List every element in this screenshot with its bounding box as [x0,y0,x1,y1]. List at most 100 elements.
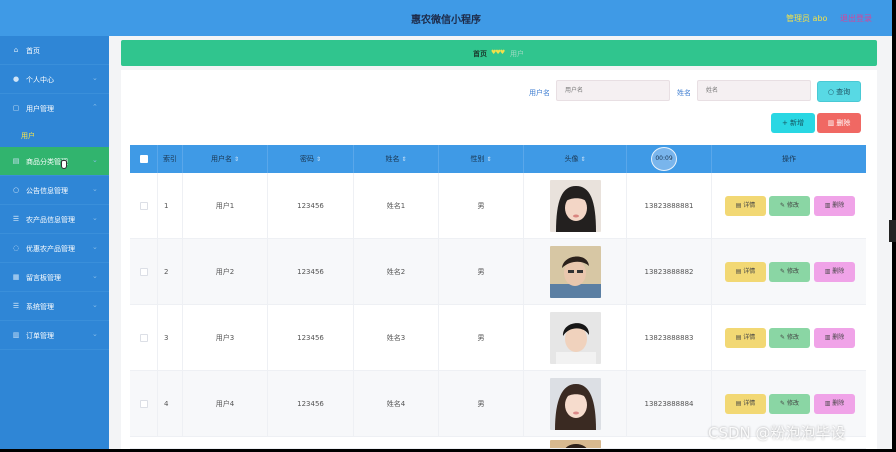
pencil-icon: ✎ [780,268,787,275]
chevron-down-icon: ⌄ [92,301,98,309]
sidebar-item-category-management[interactable]: ▤ 商品分类管理 ⌄ [0,147,109,176]
breadcrumb-home[interactable]: 首页 [473,49,487,59]
detail-button[interactable]: ▤ 详情 [725,328,766,348]
phone-cell: 13823888883 [627,305,712,371]
password-cell: 123456 [268,173,354,239]
chevron-down-icon: ⌄ [92,272,98,280]
watermark: CSDN @粉泡泡毕设 [708,424,846,442]
sidebar-item-discount-management[interactable]: ◌ 优惠农产品管理 ⌄ [0,234,109,263]
scrollbar-thumb[interactable] [889,220,896,242]
column-header-avatar[interactable]: 头像 ⇕ [524,145,627,173]
sidebar-item-order-management[interactable]: ▥ 订单管理 ⌄ [0,321,109,350]
delete-button[interactable]: ▥ 删除 [814,394,855,414]
index-cell: 1 [158,173,183,239]
chevron-down-icon: ⌄ [92,74,98,82]
search-icon: ○ [827,88,837,96]
sort-icon: ⇕ [401,156,407,163]
pencil-icon: ✎ [780,400,787,407]
edit-button[interactable]: ✎ 修改 [769,394,810,414]
sidebar-item-profile[interactable]: ● 个人中心 ⌄ [0,65,109,94]
query-button[interactable]: ○ 查询 [817,81,861,102]
row-checkbox[interactable] [140,334,148,342]
table-header: 索引 用户名⇕ 密码⇕ 姓名⇕ 性别⇕ 头像⇕ ⇕ 操作 [130,145,866,173]
order-icon: ▥ [12,331,20,339]
column-header-password[interactable]: 密码 ⇕ [268,145,354,173]
sidebar-item-label: 公告信息管理 [26,187,68,195]
query-button-label: 查询 [836,88,851,96]
chevron-down-icon: ⌄ [92,185,98,193]
avatar [550,378,601,430]
sidebar-item-product-management[interactable]: ☰ 农产品信息管理 ⌄ [0,205,109,234]
chevron-down-icon: ⌄ [92,243,98,251]
edit-label: 修改 [786,334,799,341]
column-header-label: 操作 [782,155,796,163]
edit-button[interactable]: ✎ 修改 [769,262,810,282]
row-checkbox[interactable] [140,268,148,276]
row-select-cell [130,371,158,437]
table-row: 3 用户3 123456 姓名3 男 13823888883 ▤ 详情 ✎ 修改… [130,305,866,371]
sidebar-subitem-user[interactable]: 用户 [0,121,109,147]
sidebar-item-notice-management[interactable]: ○ 公告信息管理 ⌄ [0,176,109,205]
notice-icon: ○ [12,186,20,194]
detail-label: 详情 [743,268,756,275]
logout-link[interactable]: 退出登录 [840,13,872,24]
phone-cell: 13823888882 [627,239,712,305]
column-header-label: 密码 [299,155,314,163]
sidebar-item-label: 首页 [26,47,40,55]
sidebar-item-label: 系统管理 [26,303,54,311]
sidebar-item-label: 农产品信息管理 [26,216,75,224]
detail-button[interactable]: ▤ 详情 [725,196,766,216]
app-window: 惠农微信小程序 管理员 abo 退出登录 ⌂ 首页 ● 个人中心 ⌄ ▢ 用户管… [0,0,892,449]
gender-cell: 男 [439,371,524,437]
row-checkbox[interactable] [140,400,148,408]
name-search-input[interactable] [697,80,811,101]
detail-label: 详情 [743,202,756,209]
chevron-down-icon: ⌄ [92,330,98,338]
edit-button[interactable]: ✎ 修改 [769,328,810,348]
add-button-label: 新增 [790,119,805,127]
delete-label: 删除 [832,268,845,275]
username-cell: 用户2 [183,239,268,305]
sidebar-item-label: 留言板管理 [26,274,61,282]
click-ripple: 00:09 [651,147,677,171]
delete-label: 删除 [832,334,845,341]
edit-button[interactable]: ✎ 修改 [769,196,810,216]
username-cell: 用户3 [183,305,268,371]
select-all-cell [130,145,158,173]
pencil-icon: ✎ [780,202,787,209]
breadcrumb-current: 用户 [510,50,524,58]
password-cell: 123456 [268,239,354,305]
sidebar-item-label: 订单管理 [26,332,54,340]
add-button[interactable]: + 新增 [771,113,815,133]
column-header-username[interactable]: 用户名 ⇕ [183,145,268,173]
sidebar-item-home[interactable]: ⌂ 首页 [0,36,109,65]
user-icon: ● [12,75,20,83]
password-cell: 123456 [268,371,354,437]
chevron-down-icon: ⌄ [92,156,98,164]
row-select-cell [130,239,158,305]
gender-cell: 男 [439,173,524,239]
column-header-gender[interactable]: 性别 ⇕ [439,145,524,173]
delete-button[interactable]: ▥ 删除 [814,196,855,216]
sidebar-item-system-management[interactable]: ☰ 系统管理 ⌄ [0,292,109,321]
detail-button[interactable]: ▤ 详情 [725,262,766,282]
password-cell: 123456 [268,305,354,371]
sidebar-item-user-management[interactable]: ▢ 用户管理 ⌃ [0,94,109,123]
column-header-index: 索引 [158,145,183,173]
index-cell: 3 [158,305,183,371]
index-cell: 2 [158,239,183,305]
users-icon: ▢ [12,104,20,112]
delete-button[interactable]: ▥ 删除 [814,262,855,282]
table-row: 1 用户1 123456 姓名1 男 13823888881 ▤ 详情 ✎ 修改… [130,173,866,239]
delete-button[interactable]: ▥ 删除 [814,328,855,348]
row-checkbox[interactable] [140,202,148,210]
detail-button[interactable]: ▤ 详情 [725,394,766,414]
column-header-name[interactable]: 姓名 ⇕ [354,145,439,173]
batch-delete-button[interactable]: ▥ 删除 [817,113,861,133]
chevron-down-icon: ⌄ [92,214,98,222]
select-all-checkbox[interactable] [140,155,148,163]
sidebar-item-label: 用户管理 [26,105,54,113]
edit-label: 修改 [786,400,799,407]
username-search-input[interactable] [556,80,670,101]
sidebar-item-message-management[interactable]: ▦ 留言板管理 ⌄ [0,263,109,292]
